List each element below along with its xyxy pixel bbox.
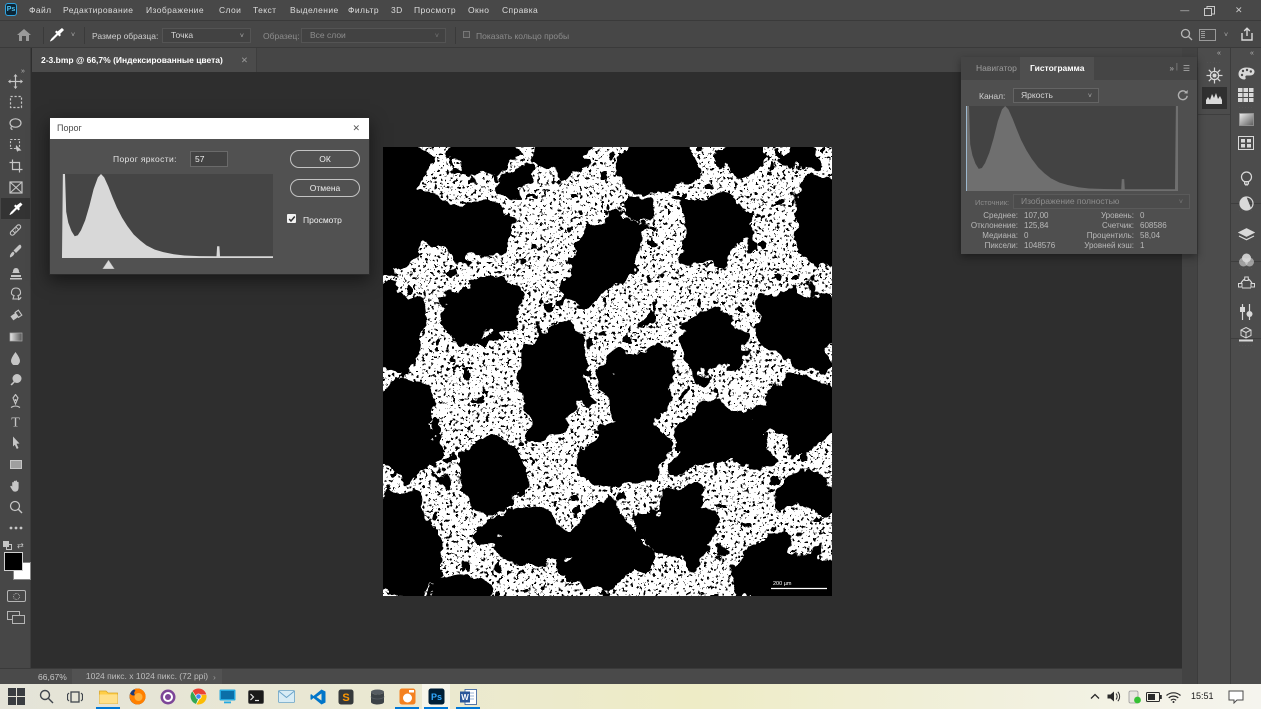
svg-text:Ps: Ps (430, 692, 441, 702)
svg-text:200 µm: 200 µm (773, 581, 792, 587)
svg-text:S: S (342, 692, 349, 704)
svg-text:W: W (461, 693, 469, 702)
svg-text:T: T (11, 416, 20, 429)
